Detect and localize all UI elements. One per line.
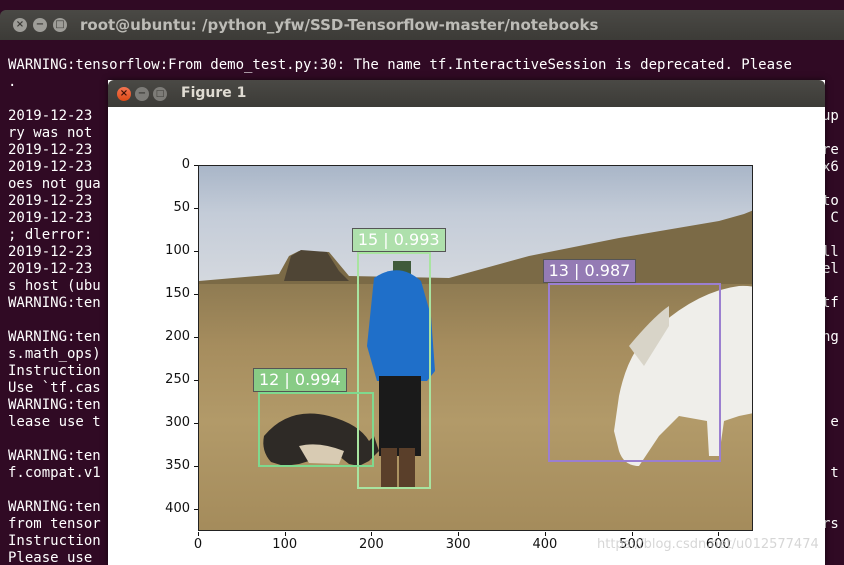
y-tick-label: 50 xyxy=(173,200,190,216)
y-tick-mark xyxy=(194,337,198,339)
y-tick-mark xyxy=(194,509,198,511)
terminal-line-fragment xyxy=(822,227,844,244)
detection-box xyxy=(547,283,722,463)
x-tick-label: 300 xyxy=(445,537,471,552)
y-tick-mark xyxy=(194,294,198,296)
x-tick-mark xyxy=(284,532,286,536)
figure-title: Figure 1 xyxy=(181,85,247,101)
x-tick-mark xyxy=(458,532,460,536)
terminal-line-fragment xyxy=(822,125,844,142)
terminal-line-fragment xyxy=(822,448,844,465)
terminal-line: WARNING:tensorflow:From demo_test.py:30:… xyxy=(8,57,792,73)
terminal-output-right: up re x6 to Cll el tf ng e t rs xyxy=(822,108,844,565)
terminal-line-fragment: x6 xyxy=(822,159,839,175)
terminal-line-fragment: tf xyxy=(822,295,839,311)
terminal-line-fragment xyxy=(822,278,844,295)
x-tick-mark xyxy=(371,532,373,536)
terminal-line-fragment: up xyxy=(822,108,839,124)
y-tick-label: 150 xyxy=(165,286,190,302)
terminal-line-fragment xyxy=(822,482,844,499)
terminal-close-button[interactable]: × xyxy=(13,18,27,32)
y-tick-mark xyxy=(194,423,198,425)
terminal-minimize-button[interactable]: − xyxy=(33,18,47,32)
x-tick-label: 100 xyxy=(272,537,298,552)
terminal-line-fragment: re xyxy=(822,142,839,158)
terminal-line-fragment xyxy=(822,346,844,363)
terminal-line-fragment: to xyxy=(822,193,839,209)
terminal-line-fragment xyxy=(822,176,844,193)
figure-window: × − □ Figure 1 15 | 0.993 12 | 0.994 13 … xyxy=(108,80,825,565)
terminal-line-fragment xyxy=(822,431,844,448)
figure-maximize-button[interactable]: □ xyxy=(153,87,167,101)
terminal-title: root@ubuntu: /python_yfw/SSD-Tensorflow-… xyxy=(80,16,599,34)
y-tick-mark xyxy=(194,251,198,253)
terminal-line-fragment xyxy=(822,312,844,329)
detection-label: 13 | 0.987 xyxy=(542,259,637,284)
y-tick-label: 300 xyxy=(165,415,190,431)
figure-minimize-button[interactable]: − xyxy=(135,87,149,101)
terminal-line-fragment: C xyxy=(822,210,839,226)
x-tick-mark xyxy=(544,532,546,536)
terminal-line-fragment xyxy=(822,397,844,414)
detection-label: 15 | 0.993 xyxy=(351,228,446,253)
y-tick-label: 250 xyxy=(165,372,190,388)
terminal-line-fragment: t xyxy=(822,465,839,481)
y-tick-label: 350 xyxy=(165,458,190,474)
x-tick-label: 200 xyxy=(359,537,384,552)
detection-label: 12 | 0.994 xyxy=(252,367,347,392)
terminal-line-fragment: ng xyxy=(822,329,839,345)
x-tick-mark xyxy=(631,532,633,536)
image-plot-area: 15 | 0.993 12 | 0.994 13 | 0.987 xyxy=(198,165,753,531)
y-tick-label: 0 xyxy=(181,157,190,172)
csdn-watermark: https://blog.csdn.net/u012577474 xyxy=(597,537,819,552)
figure-titlebar: × − □ Figure 1 xyxy=(108,80,825,107)
terminal-line-fragment xyxy=(822,499,844,516)
x-tick-label: 0 xyxy=(193,537,203,552)
terminal-titlebar: × − □ root@ubuntu: /python_yfw/SSD-Tenso… xyxy=(0,10,844,40)
detection-box xyxy=(257,391,375,468)
terminal-line-fragment: ll xyxy=(822,244,839,260)
y-tick-label: 400 xyxy=(165,501,190,517)
y-tick-mark xyxy=(194,466,198,468)
figure-close-button[interactable]: × xyxy=(117,87,131,101)
terminal-line-fragment: el xyxy=(822,261,839,277)
x-tick-label: 400 xyxy=(532,537,558,552)
terminal-line-fragment xyxy=(822,550,844,565)
terminal-maximize-button[interactable]: □ xyxy=(53,18,67,32)
y-tick-label: 200 xyxy=(165,329,190,345)
terminal-line-fragment xyxy=(822,363,844,380)
x-tick-mark xyxy=(718,532,720,536)
y-tick-mark xyxy=(194,380,198,382)
x-tick-mark xyxy=(198,532,199,536)
terminal-line-fragment: e xyxy=(822,414,839,430)
terminal-line-fragment xyxy=(822,533,844,550)
terminal-line-fragment xyxy=(822,380,844,397)
y-tick-mark xyxy=(194,208,198,210)
terminal-line-fragment: rs xyxy=(822,516,839,532)
y-tick-label: 100 xyxy=(165,243,190,259)
y-tick-mark xyxy=(194,165,198,166)
